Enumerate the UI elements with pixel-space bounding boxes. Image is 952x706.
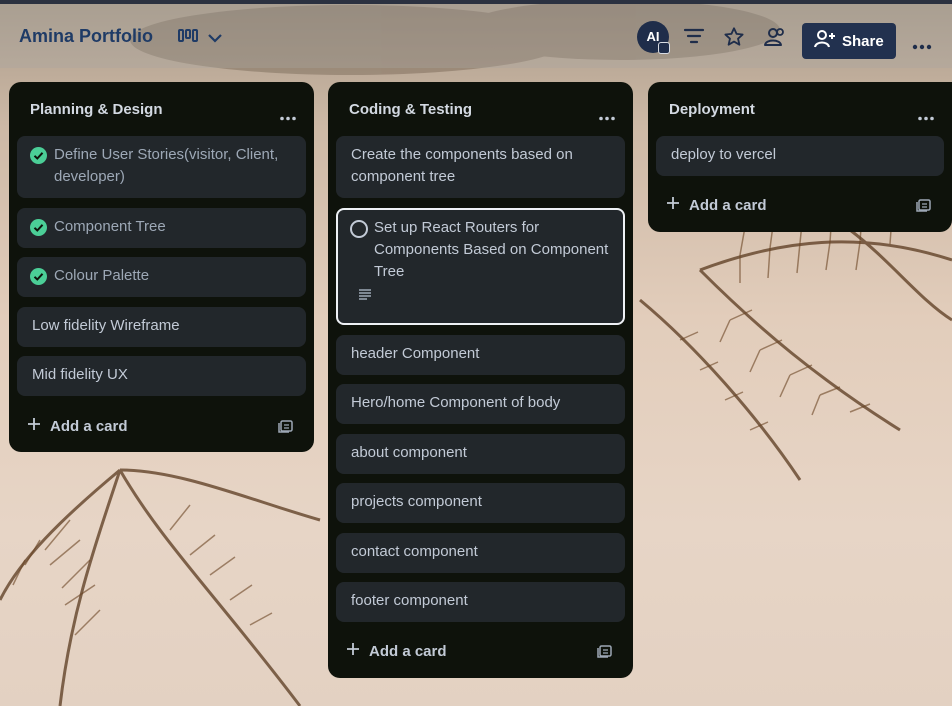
card-template-icon[interactable] [916, 197, 932, 218]
card-title: projects component [351, 493, 482, 510]
board-view-icon[interactable] [178, 28, 198, 49]
card-title: Colour Palette [54, 267, 150, 284]
add-card-button[interactable]: Add a card [346, 642, 447, 660]
card[interactable]: Low fidelity Wireframe [17, 307, 306, 347]
add-member-icon [814, 29, 836, 53]
plus-icon [346, 642, 360, 660]
filter-icon[interactable] [683, 26, 705, 51]
card[interactable]: about component [336, 434, 625, 474]
card-title: footer component [351, 592, 468, 609]
list-actions-icon[interactable] [599, 108, 615, 126]
add-card-button[interactable]: Add a card [666, 196, 767, 214]
card-title: about component [351, 444, 467, 461]
list-coding-testing: Coding & Testing Create the components b… [328, 82, 633, 678]
share-label: Share [842, 32, 884, 50]
complete-check-icon[interactable] [30, 147, 47, 164]
list-title[interactable]: Coding & Testing [349, 101, 472, 118]
card-title: contact component [351, 543, 478, 560]
avatar-initials: AI [646, 29, 660, 44]
card-title: Hero/home Component of body [351, 394, 561, 411]
card[interactable]: footer component [336, 582, 625, 622]
complete-check-icon[interactable] [30, 219, 47, 236]
card-title: deploy to vercel [671, 146, 777, 163]
board-header: Amina Portfolio AI Share [0, 4, 952, 68]
board-title[interactable]: Amina Portfolio [19, 26, 153, 47]
list-planning-design: Planning & Design Define User Stories(vi… [9, 82, 314, 452]
card[interactable]: Define User Stories(visitor, Client, dev… [17, 136, 306, 198]
admin-badge-icon [658, 42, 670, 54]
list-title[interactable]: Planning & Design [30, 101, 163, 118]
card[interactable]: header Component [336, 335, 625, 375]
add-card-button[interactable]: Add a card [27, 417, 128, 435]
card[interactable]: Component Tree [17, 208, 306, 248]
card[interactable]: contact component [336, 533, 625, 573]
avatar[interactable]: AI [637, 21, 670, 54]
card-title: Create the components based on component… [351, 146, 573, 185]
list-actions-icon[interactable] [280, 108, 296, 126]
more-horizontal-icon[interactable] [912, 37, 932, 55]
plus-icon [27, 417, 41, 435]
list-deployment: Deployment deploy to vercel Add a card [648, 82, 952, 232]
card-focused[interactable]: Set up React Routers for Components Base… [336, 208, 625, 325]
workspace-visibility-icon[interactable] [762, 26, 786, 53]
card-title: Mid fidelity UX [32, 366, 128, 383]
add-card-label: Add a card [369, 642, 447, 660]
card[interactable]: Mid fidelity UX [17, 356, 306, 396]
star-icon[interactable] [723, 26, 745, 53]
card[interactable]: Colour Palette [17, 257, 306, 297]
list-title[interactable]: Deployment [669, 101, 755, 118]
chevron-down-icon[interactable] [207, 31, 223, 49]
add-card-label: Add a card [689, 196, 767, 214]
card-title: Define User Stories(visitor, Client, dev… [54, 146, 279, 185]
card-template-icon[interactable] [278, 418, 294, 439]
card[interactable]: projects component [336, 483, 625, 523]
card[interactable]: Hero/home Component of body [336, 384, 625, 424]
card[interactable]: Create the components based on component… [336, 136, 625, 198]
share-button[interactable]: Share [802, 23, 896, 59]
card-title: header Component [351, 345, 480, 362]
card-title: Set up React Routers for Components Base… [374, 219, 609, 280]
add-card-label: Add a card [50, 417, 128, 435]
description-icon [358, 285, 372, 307]
list-actions-icon[interactable] [918, 108, 934, 126]
plus-icon [666, 196, 680, 214]
mark-complete-circle-icon[interactable] [350, 220, 368, 238]
card[interactable]: deploy to vercel [656, 136, 944, 176]
card-title: Component Tree [54, 218, 166, 235]
card-title: Low fidelity Wireframe [32, 317, 180, 334]
card-template-icon[interactable] [597, 643, 613, 664]
complete-check-icon[interactable] [30, 268, 47, 285]
